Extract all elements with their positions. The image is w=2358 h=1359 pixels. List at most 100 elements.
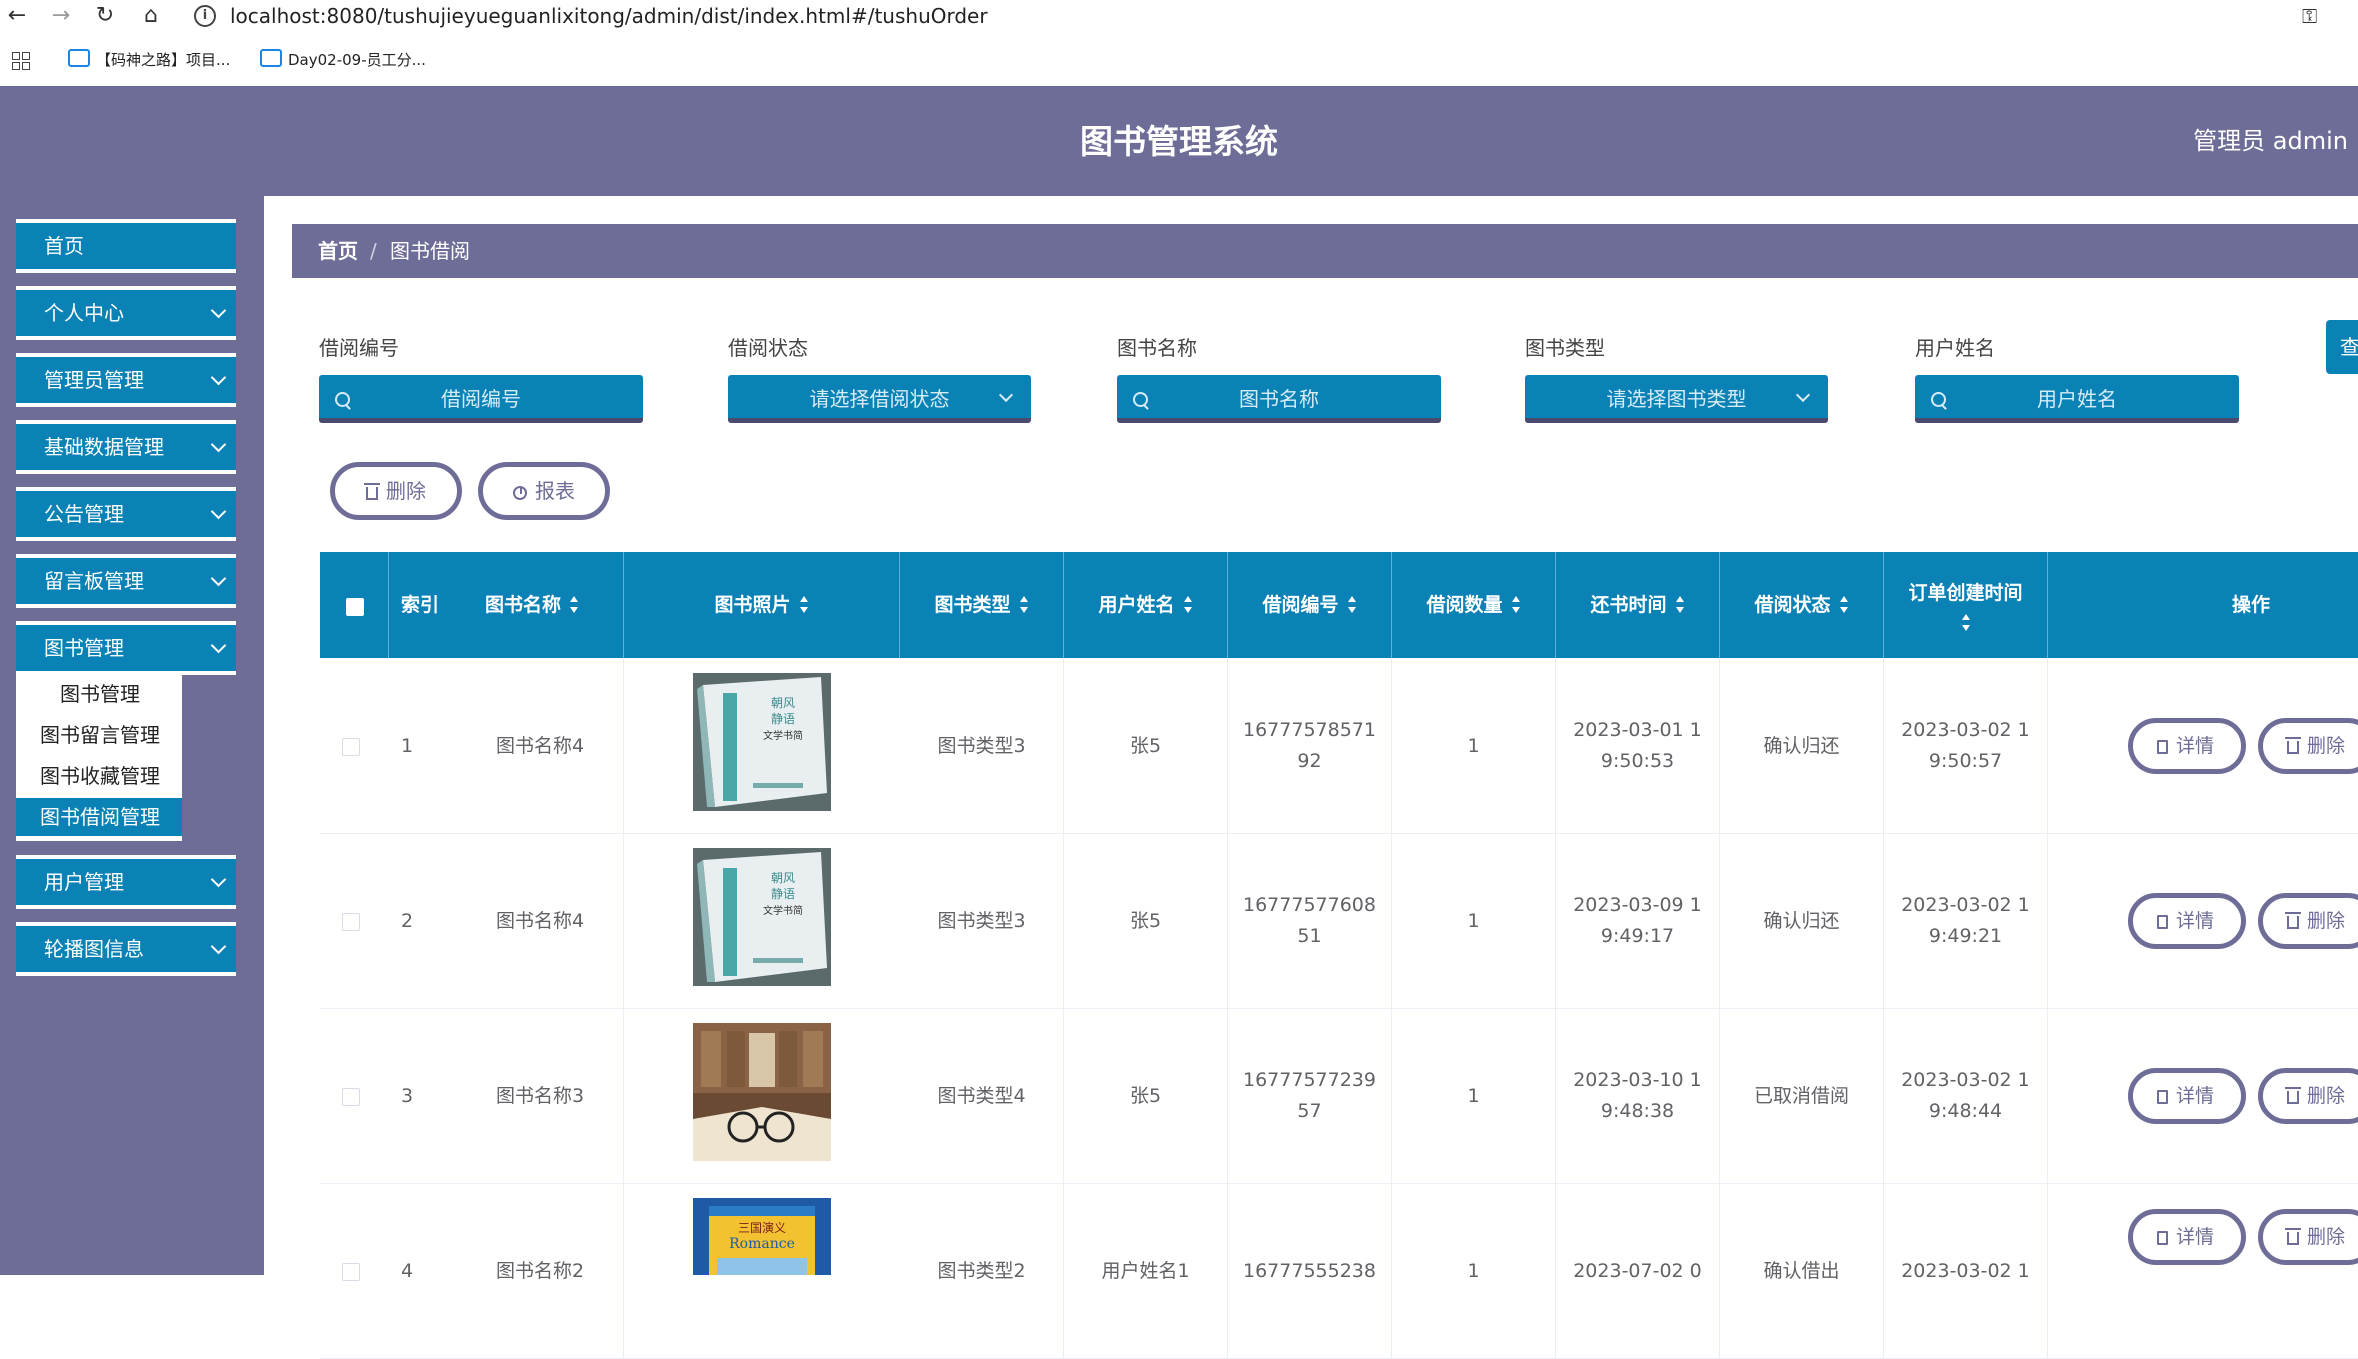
detail-button[interactable]: 详情 — [2128, 1068, 2246, 1124]
book-cover-romance-icon[interactable]: 三国演义 Romance — [693, 1198, 831, 1275]
detail-button[interactable]: 详情 — [2128, 718, 2246, 774]
sort-icon — [1019, 596, 1029, 614]
search-icon — [335, 392, 350, 407]
report-button[interactable]: 报表 — [478, 462, 610, 520]
bilibili-icon — [68, 49, 90, 67]
cell-user-name: 张5 — [1064, 1009, 1228, 1183]
svg-text:Romance: Romance — [729, 1236, 795, 1252]
sidebar-item-home[interactable]: 首页 — [16, 219, 236, 273]
book-cover-green-icon[interactable]: 朝风 静语 文学书简 — [693, 848, 831, 986]
select-all-checkbox[interactable] — [346, 598, 364, 616]
sidebar-item-user-management[interactable]: 用户管理 — [16, 855, 236, 909]
cell-return-time: 2023-03-10 1 9:48:38 — [1556, 1009, 1720, 1183]
detail-button[interactable]: 详情 — [2128, 1209, 2246, 1265]
admin-user-label[interactable]: 管理员 admin — [2193, 124, 2348, 158]
detail-button[interactable]: 详情 — [2128, 893, 2246, 949]
batch-delete-button[interactable]: 删除 — [330, 462, 462, 520]
breadcrumb-home[interactable]: 首页 — [318, 224, 358, 278]
cell-created: 2023-03-02 1 — [1884, 1184, 2048, 1358]
sidebar-item-base-data[interactable]: 基础数据管理 — [16, 420, 236, 474]
cell-status: 确认借出 — [1720, 1184, 1884, 1358]
th-book-name[interactable]: 图书名称 — [389, 552, 624, 658]
submenu-item-book-message[interactable]: 图书留言管理 — [16, 716, 182, 754]
delete-button[interactable]: 删除 — [2258, 893, 2358, 949]
sidebar-item-admin-management[interactable]: 管理员管理 — [16, 353, 236, 407]
sidebar-item-message-board[interactable]: 留言板管理 — [16, 554, 236, 608]
document-icon — [2157, 915, 2168, 929]
th-book-type[interactable]: 图书类型 — [900, 552, 1064, 658]
user-name-input[interactable]: 用户姓名 — [1915, 375, 2239, 423]
th-created[interactable]: 订单创建时间 — [1884, 552, 2048, 658]
submenu-item-book-borrow[interactable]: 图书借阅管理 — [16, 798, 182, 836]
chevron-down-icon — [998, 387, 1014, 403]
row-checkbox[interactable] — [342, 913, 360, 931]
forward-icon[interactable]: → — [48, 2, 74, 30]
cell-qty: 1 — [1392, 659, 1556, 833]
delete-button[interactable]: 删除 — [2258, 1209, 2358, 1265]
delete-button[interactable]: 删除 — [2258, 718, 2358, 774]
password-key-icon[interactable]: ⚿ — [2302, 2, 2317, 30]
book-type-select[interactable]: 请选择图书类型 — [1525, 375, 1828, 423]
row-checkbox[interactable] — [342, 1088, 360, 1106]
chevron-down-icon — [210, 637, 227, 654]
sidebar-item-book-management[interactable]: 图书管理 — [16, 621, 236, 675]
sort-icon — [1961, 614, 1971, 632]
sidebar-item-personal-center[interactable]: 个人中心 — [16, 286, 236, 340]
svg-text:朝风: 朝风 — [771, 696, 795, 710]
cell-order-no: 16777555238 — [1228, 1184, 1392, 1358]
cell-qty: 1 — [1392, 1009, 1556, 1183]
book-name-input[interactable]: 图书名称 — [1117, 375, 1441, 423]
svg-text:文学书简: 文学书简 — [763, 729, 803, 742]
cell-book-type: 图书类型4 — [900, 1009, 1064, 1183]
cell-status: 确认归还 — [1720, 659, 1884, 833]
site-info-icon[interactable]: i — [194, 5, 216, 27]
library-glasses-icon[interactable] — [693, 1023, 831, 1161]
submenu-item-book[interactable]: 图书管理 — [16, 675, 182, 713]
bookmark-item[interactable]: 【码神之路】项目... — [68, 48, 230, 72]
status-select[interactable]: 请选择借阅状态 — [728, 375, 1031, 423]
chevron-down-icon — [210, 503, 227, 520]
chevron-down-icon — [1795, 387, 1811, 403]
th-order-no[interactable]: 借阅编号 — [1228, 552, 1392, 658]
cell-created: 2023-03-02 1 9:49:21 — [1884, 834, 2048, 1008]
submenu-item-book-favorite[interactable]: 图书收藏管理 — [16, 757, 182, 795]
delete-button[interactable]: 删除 — [2258, 1068, 2358, 1124]
document-icon — [2157, 1231, 2168, 1245]
th-return-time[interactable]: 还书时间 — [1556, 552, 1720, 658]
row-checkbox[interactable] — [342, 1263, 360, 1281]
th-user-name[interactable]: 用户姓名 — [1064, 552, 1228, 658]
th-book-photo[interactable]: 图书照片 — [624, 552, 900, 658]
address-bar[interactable]: localhost:8080/tushujieyueguanlixitong/a… — [230, 2, 988, 30]
sidebar-item-notice[interactable]: 公告管理 — [16, 487, 236, 541]
sort-icon — [1675, 596, 1685, 614]
sort-icon — [1347, 596, 1357, 614]
cell-qty: 1 — [1392, 1184, 1556, 1358]
cell-status: 已取消借阅 — [1720, 1009, 1884, 1183]
cell-user-name: 张5 — [1064, 659, 1228, 833]
chevron-down-icon — [210, 302, 227, 319]
search-button[interactable]: 查 — [2326, 320, 2358, 374]
back-icon[interactable]: ← — [4, 2, 30, 30]
filter-label-user-name: 用户姓名 — [1915, 336, 1995, 360]
reload-icon[interactable]: ↻ — [92, 2, 118, 30]
chevron-down-icon — [210, 369, 227, 386]
breadcrumb-separator: / — [370, 239, 377, 263]
book-cover-green-icon[interactable]: 朝风 静语 文学书简 — [693, 673, 831, 811]
home-icon[interactable]: ⌂ — [138, 2, 164, 30]
bilibili-icon — [260, 49, 282, 67]
sidebar-item-carousel[interactable]: 轮播图信息 — [16, 922, 236, 976]
order-no-input[interactable]: 借阅编号 — [319, 375, 643, 423]
th-qty[interactable]: 借阅数量 — [1392, 552, 1556, 658]
search-icon — [1931, 392, 1946, 407]
bookmark-item[interactable]: Day02-09-员工分... — [260, 48, 426, 72]
filter-label-book-name: 图书名称 — [1117, 336, 1197, 360]
cell-return-time: 2023-07-02 0 — [1556, 1184, 1720, 1358]
th-status[interactable]: 借阅状态 — [1720, 552, 1884, 658]
apps-grid-icon[interactable] — [12, 52, 30, 70]
document-icon — [2157, 1090, 2168, 1104]
filter-label-status: 借阅状态 — [728, 336, 808, 360]
trash-icon — [364, 483, 380, 500]
cell-book-name: 图书名称4 — [389, 659, 624, 833]
row-checkbox[interactable] — [342, 738, 360, 756]
sort-icon — [799, 596, 809, 614]
